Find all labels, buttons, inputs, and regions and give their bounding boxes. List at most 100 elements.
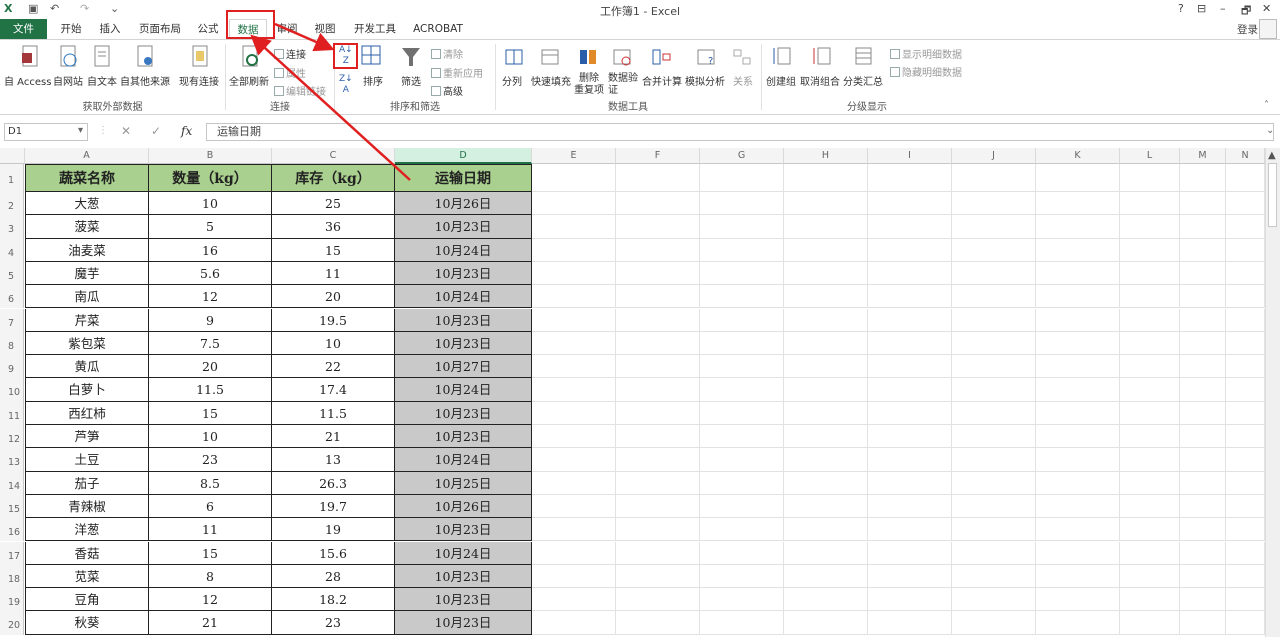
table-cell[interactable]: 10月23日	[395, 425, 532, 449]
enter-icon[interactable]: ✓	[151, 124, 161, 138]
table-cell[interactable]: 10月24日	[395, 448, 532, 472]
empty-cell[interactable]	[1180, 588, 1226, 612]
remove-duplicates-button[interactable]: 删除 重复项	[574, 73, 604, 97]
empty-cell[interactable]	[1226, 425, 1265, 449]
empty-cell[interactable]	[868, 518, 952, 542]
table-cell[interactable]: 6	[149, 494, 272, 519]
empty-cell[interactable]	[952, 448, 1036, 472]
table-cell[interactable]: 大葱	[25, 192, 149, 216]
empty-cell[interactable]	[1180, 192, 1226, 216]
empty-cell[interactable]	[784, 355, 868, 379]
table-cell[interactable]: 10月24日	[395, 378, 532, 402]
empty-cell[interactable]	[868, 308, 952, 332]
table-cell[interactable]: 36	[272, 215, 395, 239]
row-header-5[interactable]: 5	[0, 261, 24, 286]
reapply-button[interactable]: 重新应用	[431, 65, 483, 80]
empty-cell[interactable]	[952, 215, 1036, 239]
table-cell[interactable]: 12	[149, 285, 272, 309]
vertical-scrollbar-thumb[interactable]	[1268, 163, 1277, 227]
empty-cell[interactable]	[952, 164, 1036, 192]
table-cell[interactable]: 8	[149, 564, 272, 589]
empty-cell[interactable]	[1226, 448, 1265, 472]
empty-cell[interactable]	[952, 494, 1036, 519]
formula-input[interactable]: 运输日期	[206, 123, 1274, 141]
empty-cell[interactable]	[868, 238, 952, 262]
name-box-dropdown-icon[interactable]: ▾	[78, 125, 83, 136]
table-cell[interactable]: 5	[149, 215, 272, 239]
empty-cell[interactable]	[952, 308, 1036, 332]
table-cell[interactable]: 10月27日	[395, 355, 532, 379]
row-header-17[interactable]: 17	[0, 541, 24, 565]
table-cell[interactable]: 5.6	[149, 261, 272, 286]
row-header-10[interactable]: 10	[0, 378, 24, 402]
empty-cell[interactable]	[1120, 471, 1180, 495]
empty-cell[interactable]	[868, 425, 952, 449]
empty-cell[interactable]	[1180, 285, 1226, 309]
empty-cell[interactable]	[784, 588, 868, 612]
row-header-9[interactable]: 9	[0, 355, 24, 379]
tab-file[interactable]: 文件	[0, 19, 47, 39]
empty-cell[interactable]	[784, 331, 868, 356]
table-cell[interactable]: 9	[149, 308, 272, 332]
empty-cell[interactable]	[784, 401, 868, 425]
empty-cell[interactable]	[616, 192, 700, 216]
flash-fill-button[interactable]: 快速填充	[531, 73, 571, 88]
table-cell[interactable]: 15.6	[272, 541, 395, 565]
empty-cell[interactable]	[1120, 611, 1180, 635]
empty-cell[interactable]	[1036, 164, 1120, 192]
table-cell[interactable]: 10	[149, 192, 272, 216]
empty-cell[interactable]	[616, 471, 700, 495]
table-cell[interactable]: 白萝卜	[25, 378, 149, 402]
empty-cell[interactable]	[1036, 192, 1120, 216]
table-header-cell[interactable]: 库存（kg）	[272, 164, 395, 192]
empty-cell[interactable]	[1120, 261, 1180, 286]
table-cell[interactable]: 南瓜	[25, 285, 149, 309]
empty-cell[interactable]	[700, 261, 784, 286]
empty-cell[interactable]	[700, 425, 784, 449]
empty-cell[interactable]	[784, 285, 868, 309]
empty-cell[interactable]	[700, 378, 784, 402]
empty-cell[interactable]	[1120, 425, 1180, 449]
empty-cell[interactable]	[952, 331, 1036, 356]
empty-cell[interactable]	[532, 494, 616, 519]
table-header-cell[interactable]: 数量（kg）	[149, 164, 272, 192]
empty-cell[interactable]	[1226, 331, 1265, 356]
empty-cell[interactable]	[1120, 541, 1180, 565]
tab-review[interactable]: 审阅	[273, 19, 301, 39]
row-header-13[interactable]: 13	[0, 448, 24, 472]
table-cell[interactable]: 10月23日	[395, 331, 532, 356]
empty-cell[interactable]	[952, 261, 1036, 286]
empty-cell[interactable]	[616, 494, 700, 519]
empty-cell[interactable]	[616, 518, 700, 542]
table-cell[interactable]: 23	[149, 448, 272, 472]
column-header-e[interactable]: E	[532, 148, 616, 164]
empty-cell[interactable]	[700, 192, 784, 216]
from-web-button[interactable]: 自网站	[53, 73, 83, 88]
empty-cell[interactable]	[1036, 308, 1120, 332]
empty-cell[interactable]	[952, 401, 1036, 425]
sort-descending-icon[interactable]: Z↓ A	[339, 74, 353, 96]
table-cell[interactable]: 茄子	[25, 471, 149, 495]
column-header-a[interactable]: A	[25, 148, 149, 164]
empty-cell[interactable]	[532, 378, 616, 402]
empty-cell[interactable]	[784, 494, 868, 519]
empty-cell[interactable]	[616, 164, 700, 192]
empty-cell[interactable]	[1180, 425, 1226, 449]
table-cell[interactable]: 芹菜	[25, 308, 149, 332]
empty-cell[interactable]	[952, 238, 1036, 262]
row-header-18[interactable]: 18	[0, 564, 24, 589]
empty-cell[interactable]	[1120, 331, 1180, 356]
empty-cell[interactable]	[700, 564, 784, 589]
table-cell[interactable]: 10月24日	[395, 238, 532, 262]
empty-cell[interactable]	[532, 331, 616, 356]
table-cell[interactable]: 15	[149, 401, 272, 425]
table-cell[interactable]: 21	[149, 611, 272, 635]
empty-cell[interactable]	[1180, 378, 1226, 402]
row-header-19[interactable]: 19	[0, 588, 24, 612]
table-cell[interactable]: 青辣椒	[25, 494, 149, 519]
empty-cell[interactable]	[1120, 564, 1180, 589]
empty-cell[interactable]	[1180, 564, 1226, 589]
empty-cell[interactable]	[868, 261, 952, 286]
empty-cell[interactable]	[784, 308, 868, 332]
empty-cell[interactable]	[532, 564, 616, 589]
